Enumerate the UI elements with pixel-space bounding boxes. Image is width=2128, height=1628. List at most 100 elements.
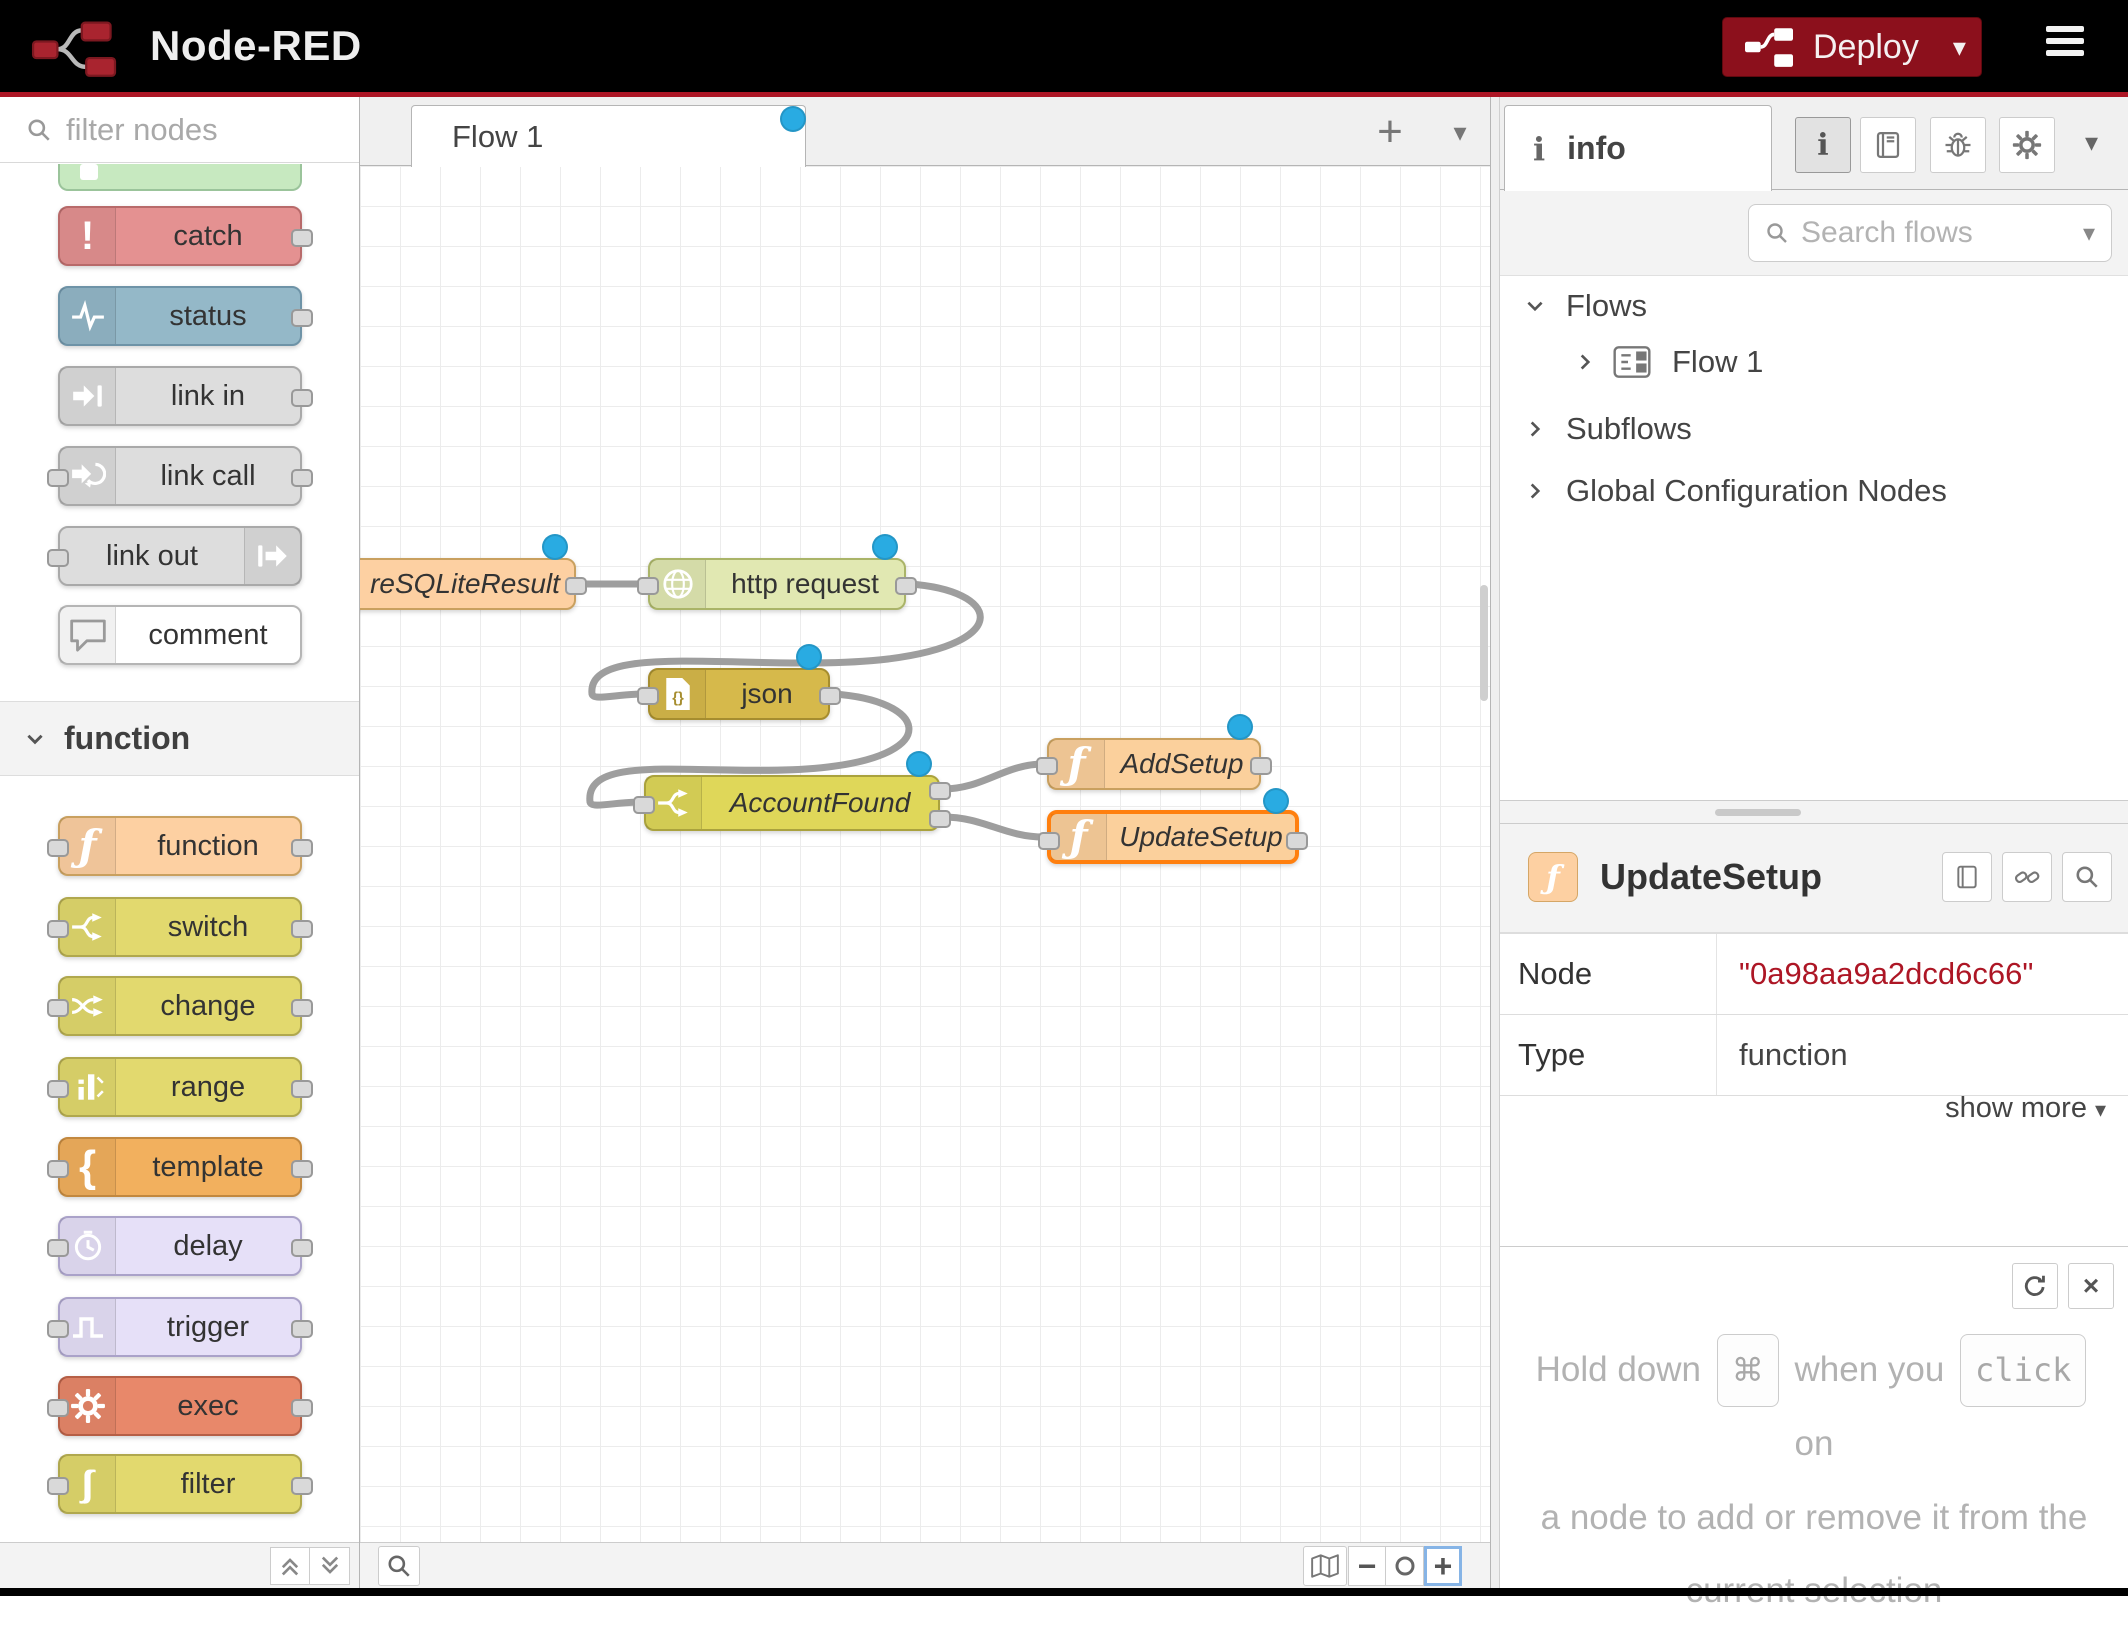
palette-node-switch[interactable]: switch (58, 897, 302, 957)
sidebar-help-button[interactable] (1860, 117, 1916, 173)
close-tip-button[interactable]: × (2068, 1263, 2114, 1309)
add-flow-button[interactable]: + (1365, 107, 1415, 157)
collapse-all-button[interactable] (270, 1547, 310, 1585)
port-in[interactable] (47, 920, 69, 938)
port-in[interactable] (1038, 832, 1060, 850)
palette-node-template[interactable]: {template (58, 1137, 302, 1197)
port-out[interactable] (291, 1399, 313, 1417)
port-out[interactable] (291, 309, 313, 327)
search-options-caret[interactable]: ▾ (2083, 219, 2095, 248)
sidebar-config-button[interactable] (1999, 117, 2055, 173)
palette-node-delay[interactable]: delay (58, 1216, 302, 1276)
search-flows-box[interactable]: ▾ (1748, 204, 2112, 262)
palette-scroll-area[interactable]: function !catch status link in link call lin… (0, 164, 359, 1542)
flow-node-accountfound[interactable]: AccountFound (644, 775, 940, 831)
flow-node-http-request[interactable]: http request (648, 558, 906, 610)
chevron-right-icon[interactable] (1524, 480, 1546, 502)
palette-node-filter[interactable]: ∫∫filter (58, 1454, 302, 1514)
canvas-vertical-scrollbar[interactable] (1480, 585, 1488, 701)
copy-link-button[interactable] (2002, 852, 2052, 902)
navigator-button[interactable] (1303, 1546, 1347, 1586)
refresh-tip-button[interactable] (2012, 1263, 2058, 1309)
sidebar-menu-caret[interactable]: ▾ (2085, 127, 2098, 158)
search-flows-input[interactable] (1801, 216, 2051, 250)
flow-node-json[interactable]: {}json (648, 668, 830, 720)
flow-node-addsetup[interactable]: ƒAddSetup (1047, 738, 1261, 790)
palette-category-function[interactable]: function (0, 701, 359, 776)
port-in[interactable] (47, 1477, 69, 1495)
port-in[interactable] (633, 796, 655, 814)
port-out[interactable] (1250, 757, 1272, 775)
chevron-down-icon[interactable] (1524, 295, 1546, 317)
palette-node-change[interactable]: change (58, 976, 302, 1036)
port-in[interactable] (47, 1080, 69, 1098)
port-in[interactable] (47, 839, 69, 857)
palette-node-partial[interactable] (58, 164, 302, 191)
wire[interactable] (943, 817, 1044, 837)
port-out[interactable] (291, 1239, 313, 1257)
tab-flow-1[interactable]: Flow 1 (411, 105, 806, 167)
port-out[interactable] (291, 1080, 313, 1098)
port-in[interactable] (47, 1160, 69, 1178)
wire[interactable] (943, 764, 1044, 789)
port-out[interactable] (929, 782, 951, 800)
palette-node-link-in[interactable]: link in (58, 366, 302, 426)
palette-node-function[interactable]: ƒfunction (58, 816, 302, 876)
flow-node-updatesetup[interactable]: ƒUpdateSetup (1047, 810, 1299, 864)
port-out[interactable] (819, 687, 841, 705)
port-out[interactable] (895, 577, 917, 595)
port-out[interactable] (291, 920, 313, 938)
zoom-out-button[interactable]: − (1348, 1546, 1386, 1586)
palette-filter-input[interactable] (66, 112, 316, 148)
palette-node-trigger[interactable]: trigger (58, 1297, 302, 1357)
port-out[interactable] (291, 999, 313, 1017)
palette-node-comment[interactable]: comment (58, 605, 302, 665)
canvas-search-button[interactable] (378, 1546, 420, 1586)
node-help-button[interactable] (1942, 852, 1992, 902)
deploy-button[interactable]: Deploy ▾ (1722, 17, 1982, 77)
port-out[interactable] (929, 810, 951, 828)
zoom-reset-button[interactable] (1386, 1546, 1424, 1586)
port-out[interactable] (291, 1320, 313, 1338)
port-out[interactable] (291, 229, 313, 247)
port-out[interactable] (291, 1160, 313, 1178)
palette-node-catch[interactable]: !catch (58, 206, 302, 266)
port-in[interactable] (47, 469, 69, 487)
info-splitter[interactable] (1500, 800, 2128, 824)
expand-all-button[interactable] (310, 1547, 350, 1585)
port-in[interactable] (47, 549, 69, 567)
chevron-right-icon[interactable] (1524, 418, 1546, 440)
chevron-right-icon[interactable] (1574, 351, 1596, 373)
port-in[interactable] (47, 1239, 69, 1257)
deploy-caret-icon[interactable]: ▾ (1953, 32, 1966, 63)
zoom-in-button[interactable]: + (1424, 1546, 1462, 1586)
tree-item-flow-1[interactable]: Flow 1 (1500, 336, 2128, 388)
tree-item-flows[interactable]: Flows (1500, 284, 2128, 328)
port-out[interactable] (291, 469, 313, 487)
tree-item-subflows[interactable]: Subflows (1500, 406, 2128, 452)
port-in[interactable] (1036, 757, 1058, 775)
port-out[interactable] (565, 577, 587, 595)
flow-list-button[interactable]: ▾ (1438, 107, 1482, 157)
palette-node-status[interactable]: status (58, 286, 302, 346)
port-out[interactable] (1286, 832, 1308, 850)
flow-node-resqliteresult[interactable]: ƒreSQLiteResult (360, 558, 576, 610)
port-in[interactable] (47, 1399, 69, 1417)
menu-button[interactable] (2046, 26, 2086, 66)
port-out[interactable] (291, 839, 313, 857)
sidebar-info-button[interactable]: i (1795, 117, 1851, 173)
palette-node-link-call[interactable]: link call (58, 446, 302, 506)
node-id-value[interactable]: "0a98aa9a2dcd6c66" (1717, 934, 2128, 1014)
palette-node-link-out[interactable]: link out (58, 526, 302, 586)
sidebar-splitter[interactable] (1490, 97, 1500, 1588)
tab-info[interactable]: i info (1504, 105, 1772, 191)
port-in[interactable] (47, 1320, 69, 1338)
port-in[interactable] (637, 687, 659, 705)
palette-node-exec[interactable]: exec (58, 1376, 302, 1436)
port-out[interactable] (291, 389, 313, 407)
find-node-button[interactable] (2062, 852, 2112, 902)
port-in[interactable] (637, 577, 659, 595)
port-out[interactable] (291, 1477, 313, 1495)
show-more-link[interactable]: show more▾ (1945, 1092, 2106, 1125)
flow-canvas[interactable]: ƒreSQLiteResult http request {}json Account… (360, 166, 1490, 1542)
